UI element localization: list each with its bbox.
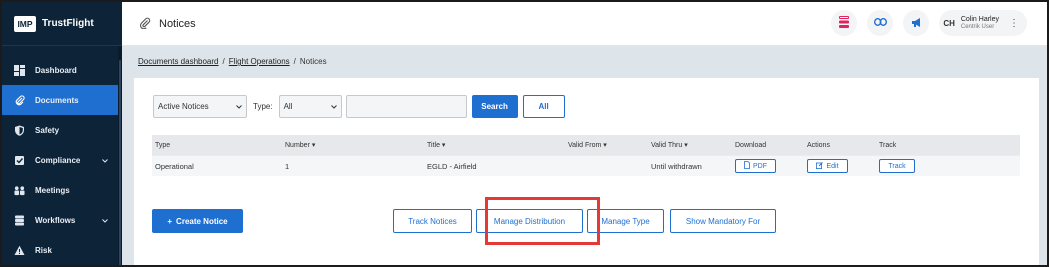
link-icon (873, 17, 887, 28)
user-name: Colin Harley (960, 15, 999, 23)
main-content: Documents dashboard / Flight Operations … (122, 46, 1047, 265)
cell-type: Operational (155, 161, 194, 171)
workflows-icon (14, 215, 25, 226)
sidebar-item-meetings[interactable]: Meetings (2, 175, 122, 205)
chevron-down-icon (330, 102, 337, 111)
brand-logo: IMP (14, 15, 36, 32)
paperclip-icon (139, 17, 151, 31)
column-header-actions: Actions (807, 141, 830, 149)
track-button[interactable]: Track (879, 159, 915, 173)
pdf-label: PDF (753, 162, 767, 170)
edit-icon (816, 161, 824, 171)
pdf-download-button[interactable]: PDF (735, 159, 776, 173)
breadcrumb-current: Notices (299, 57, 327, 66)
chevron-down-icon (102, 216, 108, 225)
breadcrumb-separator: / (222, 57, 225, 66)
chevron-down-icon (236, 102, 242, 111)
stack-button[interactable] (831, 10, 858, 36)
notices-table: Type Number ▾ Title ▾ Valid From ▾ Valid… (152, 135, 1020, 176)
type-select[interactable]: All (278, 95, 342, 118)
app-window: IMP TrustFlight Dashboard Documents Safe… (0, 0, 1049, 267)
brand[interactable]: IMP TrustFlight (2, 2, 122, 46)
type-label: Type: (253, 102, 273, 111)
column-header-download: Download (735, 141, 767, 149)
sidebar-item-dashboard[interactable]: Dashboard (2, 55, 122, 85)
compliance-icon (14, 155, 25, 166)
breadcrumb-link-documents-dashboard[interactable]: Documents dashboard (138, 57, 219, 66)
user-menu[interactable]: CH Colin Harley Centrik User ⋮ (939, 10, 1027, 36)
user-info: Colin Harley Centrik User (961, 16, 999, 31)
announcements-button[interactable] (903, 10, 930, 36)
filter-bar: Active Notices Type: All Search All (153, 95, 565, 118)
column-header-label: Valid Thru (651, 141, 683, 149)
sidebar-nav: Dashboard Documents Safety Compliance Me… (2, 55, 122, 265)
chevron-down-icon (102, 156, 108, 165)
link-button[interactable] (867, 10, 894, 36)
sidebar-item-risk[interactable]: Risk (2, 235, 122, 265)
sidebar-item-label: Risk (35, 245, 52, 255)
sidebar-item-compliance[interactable]: Compliance (2, 145, 122, 175)
risk-icon (14, 245, 25, 256)
sidebar: IMP TrustFlight Dashboard Documents Safe… (2, 2, 122, 265)
table-row: Operational 1 EGLD - Airfield Until with… (152, 155, 1020, 176)
cell-title: EGLD - Airfield (427, 161, 477, 171)
column-header-label: Title (427, 141, 440, 149)
column-header-label: Valid From (568, 141, 602, 149)
table-header: Type Number ▾ Title ▾ Valid From ▾ Valid… (152, 135, 1020, 155)
column-header-valid-thru[interactable]: Valid Thru ▾ (651, 135, 688, 155)
all-button[interactable]: All (522, 95, 565, 118)
create-notice-label: Create Notice (176, 216, 228, 226)
brand-name: TrustFlight (42, 18, 94, 29)
sidebar-item-documents[interactable]: Documents (2, 85, 122, 115)
plus-icon: + (167, 216, 173, 226)
create-notice-button[interactable]: + Create Notice (152, 209, 243, 233)
stack-icon (839, 16, 850, 30)
top-header: Notices CH Colin Harley Centrik User ⋮ (122, 2, 1047, 46)
sidebar-item-label: Meetings (35, 185, 70, 195)
sidebar-item-label: Dashboard (35, 65, 77, 75)
track-notices-button[interactable]: Track Notices (393, 209, 472, 233)
sidebar-item-label: Documents (35, 95, 79, 105)
more-vertical-icon[interactable]: ⋮ (1009, 18, 1019, 29)
column-header-valid-from[interactable]: Valid From ▾ (568, 135, 607, 155)
paperclip-icon (14, 94, 25, 106)
search-button[interactable]: Search (471, 95, 518, 118)
user-role: Centrik User (960, 23, 995, 30)
dashboard-icon (14, 64, 25, 76)
status-select[interactable]: Active Notices (153, 95, 247, 118)
shield-icon (14, 125, 25, 136)
status-select-value: Active Notices (158, 102, 209, 111)
avatar: CH (943, 18, 955, 28)
search-input[interactable] (345, 95, 467, 118)
notices-card: Active Notices Type: All Search All Type… (134, 78, 1039, 265)
cell-number: 1 (285, 161, 290, 171)
header-actions: CH Colin Harley Centrik User ⋮ (831, 10, 1027, 36)
type-select-value: All (283, 102, 293, 111)
sidebar-item-label: Workflows (35, 215, 76, 225)
breadcrumb-link-flight-operations[interactable]: Flight Operations (229, 57, 290, 66)
sidebar-item-label: Safety (35, 125, 60, 135)
column-header-track: Track (879, 141, 897, 149)
megaphone-icon (911, 17, 922, 30)
column-header-type[interactable]: Type (155, 135, 170, 155)
breadcrumb: Documents dashboard / Flight Operations … (122, 46, 1047, 77)
edit-label: Edit (826, 162, 839, 170)
sidebar-scrollbar-thumb[interactable] (119, 60, 121, 265)
page-title-group: Notices (139, 17, 196, 31)
sidebar-item-label: Compliance (35, 155, 81, 165)
document-icon (744, 161, 750, 171)
cell-valid-thru: Until withdrawn (651, 161, 702, 171)
column-header-title[interactable]: Title ▾ (427, 135, 445, 155)
highlight-annotation (485, 197, 600, 245)
sidebar-item-safety[interactable]: Safety (2, 115, 122, 145)
column-header-number[interactable]: Number ▾ (285, 135, 315, 155)
edit-button[interactable]: Edit (807, 159, 848, 173)
page-title: Notices (159, 17, 196, 30)
sidebar-item-workflows[interactable]: Workflows (2, 205, 122, 235)
show-mandatory-for-button[interactable]: Show Mandatory For (670, 209, 776, 233)
column-header-label: Number (285, 141, 310, 149)
meetings-icon (14, 185, 25, 196)
breadcrumb-separator: / (293, 57, 296, 66)
